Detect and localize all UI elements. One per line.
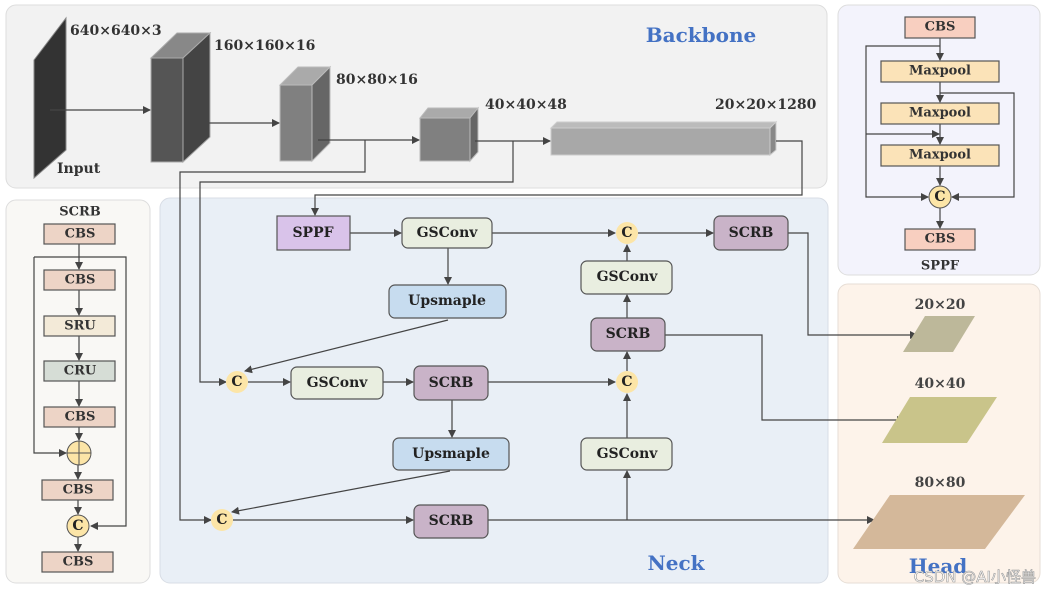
concat-node-1: C <box>226 371 248 393</box>
dim-label-4: 20×20×1280 <box>715 97 817 113</box>
dim-label-input: 640×640×3 <box>70 23 162 39</box>
scrb-cru: CRU <box>43 360 116 382</box>
gsconv-block-3[interactable]: GSConv <box>580 437 673 471</box>
scrb-label: SCRB <box>606 326 651 342</box>
maxpool-2: Maxpool <box>880 102 1000 125</box>
gsconv-block-2[interactable]: GSConv <box>290 366 384 400</box>
scrb-label: SCRB <box>729 225 774 241</box>
concat-node-4: C <box>616 222 638 244</box>
sppf-detail-title: SPPF <box>921 259 960 274</box>
sru-label: SRU <box>64 319 96 334</box>
maxpool-label: Maxpool <box>909 148 971 163</box>
scrb-label: SCRB <box>429 375 474 391</box>
sppf-concat-node: C <box>928 185 952 209</box>
scrb-cbs-3: CBS <box>43 406 116 428</box>
maxpool-1: Maxpool <box>880 60 1000 83</box>
scrb-detail-title: SCRB <box>59 205 101 220</box>
concat-label: C <box>934 189 945 205</box>
maxpool-label: Maxpool <box>909 106 971 121</box>
scrb-block-1[interactable]: SCRB <box>413 365 489 401</box>
cru-label: CRU <box>64 364 97 379</box>
scrb-concat-node: C <box>66 514 90 538</box>
dim-label-2: 80×80×16 <box>336 72 418 88</box>
upsample-label: Upsmaple <box>412 446 490 462</box>
concat-label: C <box>621 225 632 241</box>
watermark: CSDN @AI小怪兽 <box>914 568 1036 586</box>
concat-node-3: C <box>616 371 638 393</box>
cbs-label: CBS <box>65 227 96 242</box>
concat-label: C <box>621 374 632 390</box>
gsconv-label: GSConv <box>307 375 369 391</box>
concat-label: C <box>72 518 83 534</box>
sppf-cbs-2: CBS <box>904 228 976 251</box>
feature-bar-4 <box>549 120 778 157</box>
dim-label-1: 160×160×16 <box>214 38 315 54</box>
add-node <box>66 440 92 466</box>
upsample-block-1[interactable]: Upsmaple <box>388 284 507 319</box>
scrb-sru: SRU <box>43 315 116 337</box>
sppf-cbs-1: CBS <box>904 16 976 39</box>
scrb-cbs-5: CBS <box>41 551 114 573</box>
head-scale-label-40: 40×40 <box>915 376 966 392</box>
cbs-label: CBS <box>65 273 96 288</box>
sppf-block[interactable]: SPPF <box>276 215 351 251</box>
concat-label: C <box>231 374 242 390</box>
backbone-title: Backbone <box>646 23 757 47</box>
concat-node-2: C <box>211 509 233 531</box>
concat-label: C <box>216 512 227 528</box>
maxpool-3: Maxpool <box>880 144 1000 167</box>
cbs-label: CBS <box>63 483 94 498</box>
cbs-label: CBS <box>65 410 96 425</box>
dim-label-3: 40×40×48 <box>485 97 567 113</box>
maxpool-label: Maxpool <box>909 64 971 79</box>
cbs-label: CBS <box>925 20 956 35</box>
gsconv-label: GSConv <box>597 446 659 462</box>
cbs-label: CBS <box>925 232 956 247</box>
upsample-label: Upsmaple <box>408 293 486 309</box>
network-diagram: Backbone 640×640×3 Input 160×160×16 80×8… <box>5 4 1041 586</box>
gsconv-block-4[interactable]: GSConv <box>580 260 673 295</box>
sppf-label: SPPF <box>292 225 333 241</box>
cbs-label: CBS <box>63 555 94 570</box>
input-label: Input <box>57 161 101 177</box>
head-scale-label-80: 80×80 <box>915 475 966 491</box>
scrb-block-4[interactable]: SCRB <box>713 215 789 251</box>
scrb-block-3[interactable]: SCRB <box>590 317 666 352</box>
scrb-label: SCRB <box>429 513 474 529</box>
scrb-cbs-1: CBS <box>43 223 116 245</box>
gsconv-label: GSConv <box>417 225 479 241</box>
feature-cube-3 <box>418 106 480 163</box>
feature-cube-2 <box>278 65 332 163</box>
scrb-cbs-2: CBS <box>43 269 116 291</box>
neck-panel <box>159 197 829 584</box>
scrb-cbs-4: CBS <box>41 479 114 501</box>
gsconv-block-1[interactable]: GSConv <box>401 217 493 249</box>
upsample-block-2[interactable]: Upsmaple <box>392 437 510 471</box>
gsconv-label: GSConv <box>597 269 659 285</box>
head-scale-label-20: 20×20 <box>915 297 966 313</box>
scrb-block-2[interactable]: SCRB <box>413 504 489 539</box>
neck-title: Neck <box>647 551 705 575</box>
feature-cube-1 <box>149 31 212 164</box>
